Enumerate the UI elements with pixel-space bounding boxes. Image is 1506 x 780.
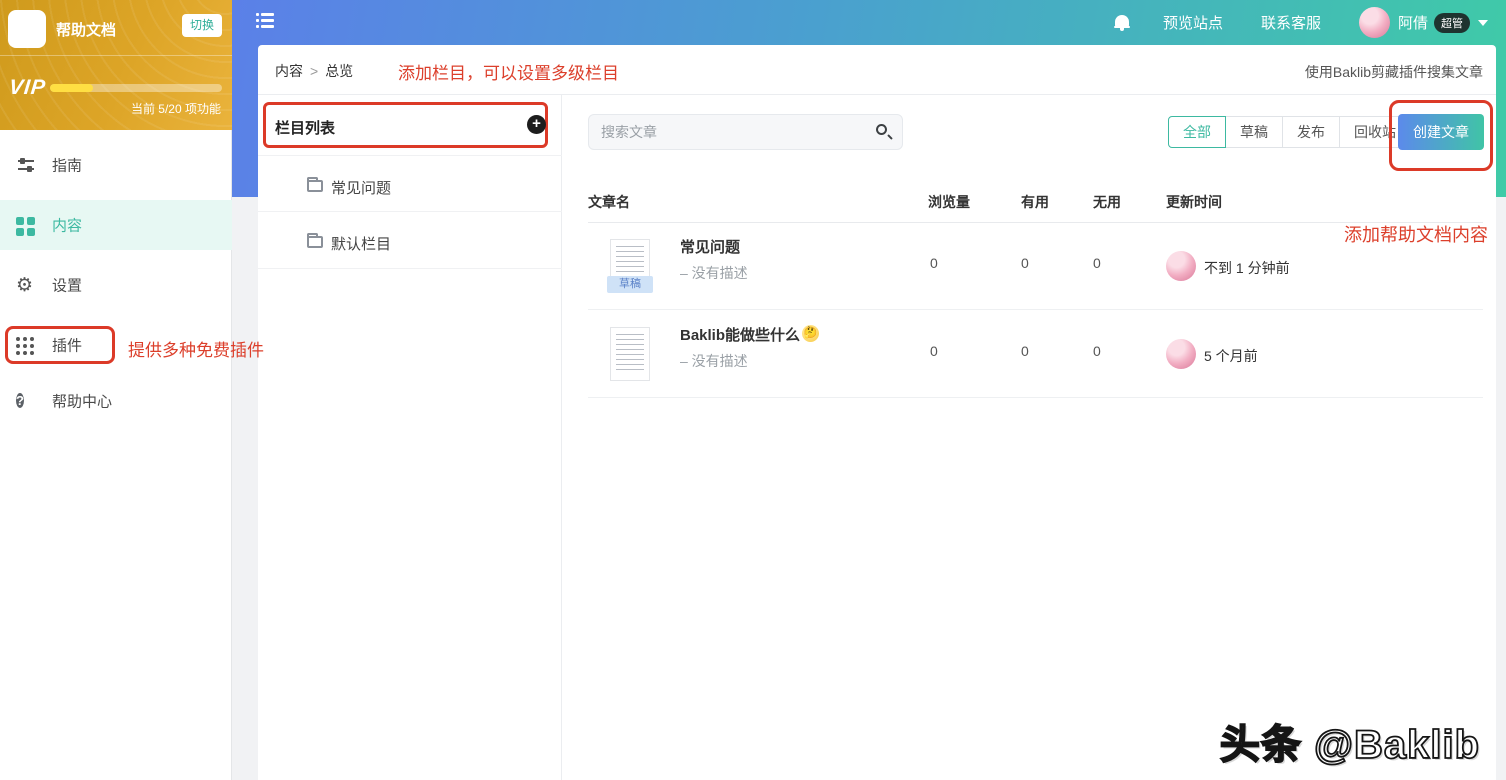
search-icon: [876, 124, 887, 135]
switch-site-button[interactable]: 切换: [182, 14, 222, 37]
vip-progress-caption: 当前 5/20 项功能: [131, 100, 221, 117]
username: 阿倩: [1398, 12, 1428, 33]
user-menu[interactable]: 阿倩 超管: [1359, 7, 1488, 38]
dots-grid-icon: [16, 335, 36, 355]
sidebar-item-label: 插件: [52, 335, 82, 356]
draft-status-badge: 草稿: [607, 276, 653, 293]
status-filter-group: 全部 草稿 发布 回收站: [1168, 116, 1411, 148]
useful-count: 0: [1021, 255, 1029, 271]
gear-icon: ⚙: [16, 275, 36, 295]
vip-logo: VIP: [8, 76, 47, 100]
filter-draft[interactable]: 草稿: [1225, 116, 1283, 148]
add-column-button[interactable]: +: [527, 115, 546, 134]
sidebar-item-guide[interactable]: 指南: [0, 143, 232, 187]
folder-icon: [307, 180, 323, 192]
role-badge: 超管: [1434, 13, 1470, 33]
vip-progress-fill: [50, 84, 93, 92]
sidebar-item-label: 帮助中心: [52, 391, 112, 412]
updated-time: 5 个月前: [1204, 346, 1258, 366]
column-item-label: 常见问题: [331, 177, 391, 198]
user-avatar: [1359, 7, 1390, 38]
sidebar-item-help-center[interactable]: ? 帮助中心: [0, 379, 232, 423]
breadcrumb: 内容 > 总览: [275, 61, 353, 81]
vip-progress-bar: [50, 84, 222, 92]
article-thumbnail: [610, 327, 650, 381]
topbar: 预览站点 联系客服 阿倩 超管: [1114, 0, 1488, 45]
editor-avatar: [1166, 339, 1196, 369]
create-article-button[interactable]: 创建文章: [1398, 114, 1484, 150]
preview-site-link[interactable]: 预览站点: [1163, 12, 1223, 33]
column-item-label: 默认栏目: [331, 233, 391, 254]
useless-count: 0: [1093, 255, 1101, 271]
column-header-views: 浏览量: [928, 192, 970, 212]
folder-icon: [307, 236, 323, 248]
watermark: 头条 @Baklib: [1220, 712, 1480, 770]
article-description: – 没有描述: [680, 263, 748, 283]
article-title[interactable]: Baklib能做些什么🤔: [680, 324, 819, 345]
sidebar-item-label: 设置: [52, 275, 82, 296]
breadcrumb-bar: 内容 > 总览 添加栏目，可以设置多级栏目 使用Baklib剪藏插件搜集文章: [258, 45, 1496, 95]
contact-support-link[interactable]: 联系客服: [1261, 12, 1321, 33]
filter-all[interactable]: 全部: [1168, 116, 1226, 148]
filter-published[interactable]: 发布: [1282, 116, 1340, 148]
column-list-title: 栏目列表: [275, 117, 335, 138]
useful-count: 0: [1021, 343, 1029, 359]
site-logo: [8, 10, 46, 48]
app-root: 预览站点 联系客服 阿倩 超管 帮助文档 切换 VIP 当前 5/20 项功能 …: [0, 0, 1506, 780]
search-box: [588, 114, 903, 150]
table-row[interactable]: Baklib能做些什么🤔 – 没有描述 0 0 0 5 个月前: [588, 310, 1483, 398]
annotation-plugins-text: 提供多种免费插件: [128, 336, 264, 361]
article-description: – 没有描述: [680, 351, 748, 371]
hamburger-menu-icon[interactable]: [256, 13, 274, 29]
chevron-down-icon: [1478, 20, 1488, 26]
useless-count: 0: [1093, 343, 1101, 359]
annotation-columns-text: 添加栏目，可以设置多级栏目: [398, 59, 619, 84]
column-header-useless: 无用: [1093, 192, 1121, 212]
notification-bell-icon[interactable]: [1114, 13, 1131, 32]
grid-icon: [16, 215, 36, 235]
column-header-article-name: 文章名: [588, 192, 630, 212]
sidebar-header-divider: [0, 55, 232, 56]
breadcrumb-section[interactable]: 内容: [275, 63, 303, 79]
column-header-updated: 更新时间: [1166, 192, 1222, 212]
sidebar-item-content[interactable]: 内容: [0, 200, 232, 250]
question-circle-icon: ?: [16, 391, 36, 411]
updated-time: 不到 1 分钟前: [1204, 258, 1290, 278]
search-input[interactable]: [588, 114, 903, 150]
views-count: 0: [930, 255, 938, 271]
thinking-face-emoji: 🤔: [802, 325, 819, 342]
sliders-icon: [16, 155, 36, 175]
column-header-useful: 有用: [1021, 192, 1049, 212]
views-count: 0: [930, 343, 938, 359]
column-list-panel: 栏目列表 + 常见问题 默认栏目: [258, 95, 562, 780]
sidebar-item-label: 指南: [52, 155, 82, 176]
column-item-faq[interactable]: 常见问题: [258, 155, 562, 212]
main-card: 内容 > 总览 添加栏目，可以设置多级栏目 使用Baklib剪藏插件搜集文章 栏目列…: [258, 45, 1496, 780]
breadcrumb-current: 总览: [325, 63, 353, 79]
site-title: 帮助文档: [56, 19, 116, 40]
clip-plugin-hint: 使用Baklib剪藏插件搜集文章: [1305, 62, 1483, 82]
column-item-default[interactable]: 默认栏目: [258, 212, 562, 269]
editor-avatar: [1166, 251, 1196, 281]
sidebar: 帮助文档 切换 VIP 当前 5/20 项功能 指南 内容 ⚙ 设置 插件: [0, 0, 232, 780]
sidebar-item-label: 内容: [52, 215, 82, 236]
article-title[interactable]: 常见问题: [680, 236, 740, 257]
breadcrumb-separator: >: [310, 63, 318, 79]
table-row[interactable]: 草稿 常见问题 – 没有描述 0 0 0 不到 1 分钟前: [588, 222, 1483, 310]
sidebar-item-settings[interactable]: ⚙ 设置: [0, 263, 232, 307]
